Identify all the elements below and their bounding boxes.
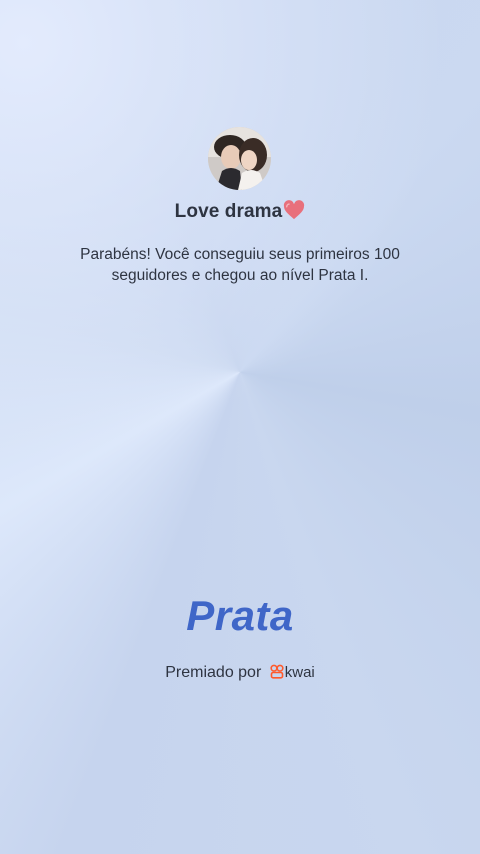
congratulations-message: Parabéns! Você conseguiu seus primeiros … xyxy=(80,246,400,284)
kwai-logo-icon xyxy=(270,664,284,684)
level-title: Prata xyxy=(186,592,294,639)
profile-name-text: Love drama xyxy=(174,201,283,222)
kwai-wordmark: kwai xyxy=(284,664,315,681)
awarded-by: Premiado por kwai xyxy=(0,664,480,684)
profile-name: Love drama xyxy=(0,200,480,226)
achievement-screen: Love drama Parabéns! Você conseguiu seus… xyxy=(0,0,480,854)
avatar[interactable] xyxy=(208,127,271,190)
heart-emoji-icon xyxy=(283,200,305,226)
awarded-by-label: Premiado por xyxy=(165,664,262,681)
